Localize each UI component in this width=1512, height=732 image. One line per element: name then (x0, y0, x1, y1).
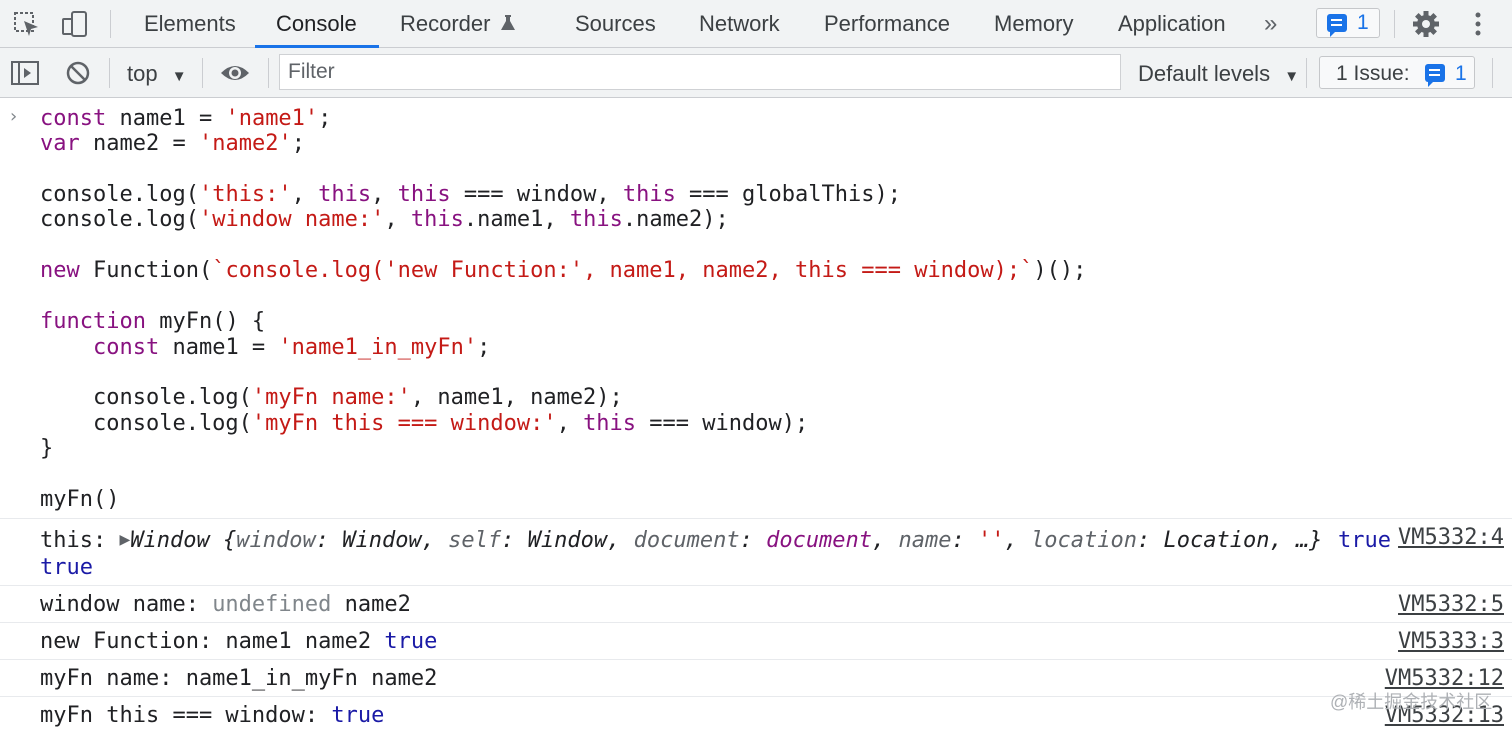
show-sidebar-icon[interactable] (10, 60, 40, 86)
console-log-row: new Function: name1 name2 true VM5333:3 (0, 622, 1512, 659)
console-log-row: myFn this === window: true VM5332:13 (0, 696, 1512, 732)
context-selector[interactable]: top ▼ (127, 61, 187, 87)
issue-icon (1425, 64, 1445, 87)
log-message: myFn this === window: true (40, 703, 385, 728)
context-label: top (127, 61, 158, 86)
log-levels-label: Default levels (1138, 61, 1271, 86)
divider (1394, 10, 1395, 38)
experiment-flask-icon (501, 15, 515, 30)
more-tabs-chevron-icon[interactable]: » (1264, 0, 1277, 48)
source-link[interactable]: VM5332:4 (1398, 525, 1504, 550)
expand-triangle-icon[interactable]: ▶ (119, 532, 130, 548)
more-options-icon[interactable] (1463, 10, 1493, 38)
gear-icon[interactable] (1411, 10, 1441, 38)
code-line: function myFn() { (40, 309, 266, 334)
tab-network[interactable]: Network (699, 0, 780, 48)
issues-button[interactable]: 1 Issue: 1 (1319, 56, 1475, 89)
code-line: console.log('window name:', this.name1, … (40, 207, 729, 232)
log-message: window name: undefined name2 (40, 592, 411, 617)
devtools-tab-bar: Elements Console Recorder Sources Networ… (0, 0, 1512, 48)
tab-memory[interactable]: Memory (994, 0, 1073, 48)
console-log-row: this: ▶Window {window: Window, self: Win… (0, 518, 1512, 585)
filter-input[interactable] (279, 54, 1121, 90)
code-line: new Function(`console.log('new Function:… (40, 258, 1087, 283)
code-line: var name2 = 'name2'; (40, 131, 305, 156)
tab-elements[interactable]: Elements (144, 0, 236, 48)
source-link[interactable]: VM5333:3 (1398, 629, 1504, 654)
prompt-chevron-icon: › (10, 106, 18, 127)
source-link[interactable]: VM5332:5 (1398, 592, 1504, 617)
code-line: const name1 = 'name1_in_myFn'; (92, 335, 491, 360)
divider (1306, 58, 1307, 88)
tab-recorder-label: Recorder (400, 11, 491, 36)
console-toolbar: top ▼ Default levels ▼ 1 Issue: 1 (0, 48, 1512, 98)
clear-console-icon[interactable] (64, 60, 92, 86)
divider (110, 10, 111, 38)
console-messages: › const name1 = 'name1'; var name2 = 'na… (0, 98, 1512, 732)
issues-count: 1 (1455, 62, 1467, 85)
message-icon (1327, 14, 1347, 37)
divider (109, 58, 110, 88)
tab-sources[interactable]: Sources (575, 0, 656, 48)
dropdown-arrow-icon: ▼ (1284, 68, 1300, 85)
tab-console[interactable]: Console (276, 0, 357, 48)
tab-performance[interactable]: Performance (824, 0, 950, 48)
log-message: this: ▶Window {window: Window, self: Win… (40, 528, 1323, 553)
log-message: myFn name: name1_in_myFn name2 (40, 666, 438, 691)
log-value-true: true (40, 555, 93, 580)
messages-counter-button[interactable]: 1 (1316, 8, 1380, 38)
console-log-row: myFn name: name1_in_myFn name2 VM5332:12 (0, 659, 1512, 696)
code-line: } (40, 436, 54, 461)
divider (202, 58, 203, 88)
divider (268, 58, 269, 88)
code-line: console.log('this:', this, this === wind… (40, 182, 901, 207)
log-value-true: true (1338, 528, 1391, 553)
messages-count: 1 (1357, 11, 1369, 34)
tab-recorder[interactable]: Recorder (400, 0, 515, 48)
tab-application[interactable]: Application (1118, 0, 1226, 48)
code-line: console.log('myFn name:', name1, name2); (40, 385, 623, 410)
watermark: @稀土掘金技术社区 (1330, 692, 1493, 712)
log-message: new Function: name1 name2 true (40, 629, 438, 654)
issues-label: 1 Issue: (1336, 62, 1410, 85)
log-levels-dropdown[interactable]: Default levels ▼ (1138, 61, 1299, 87)
code-line: const name1 = 'name1'; (40, 106, 332, 131)
code-line: myFn() (40, 487, 120, 512)
device-toolbar-icon[interactable] (60, 10, 90, 38)
inspect-element-icon[interactable] (12, 10, 42, 38)
code-line: console.log('myFn this === window:', thi… (40, 411, 809, 436)
divider (1492, 58, 1493, 88)
dropdown-arrow-icon: ▼ (171, 68, 187, 85)
console-log-row: window name: undefined name2 VM5332:5 (0, 585, 1512, 622)
live-expression-eye-icon[interactable] (219, 62, 251, 84)
